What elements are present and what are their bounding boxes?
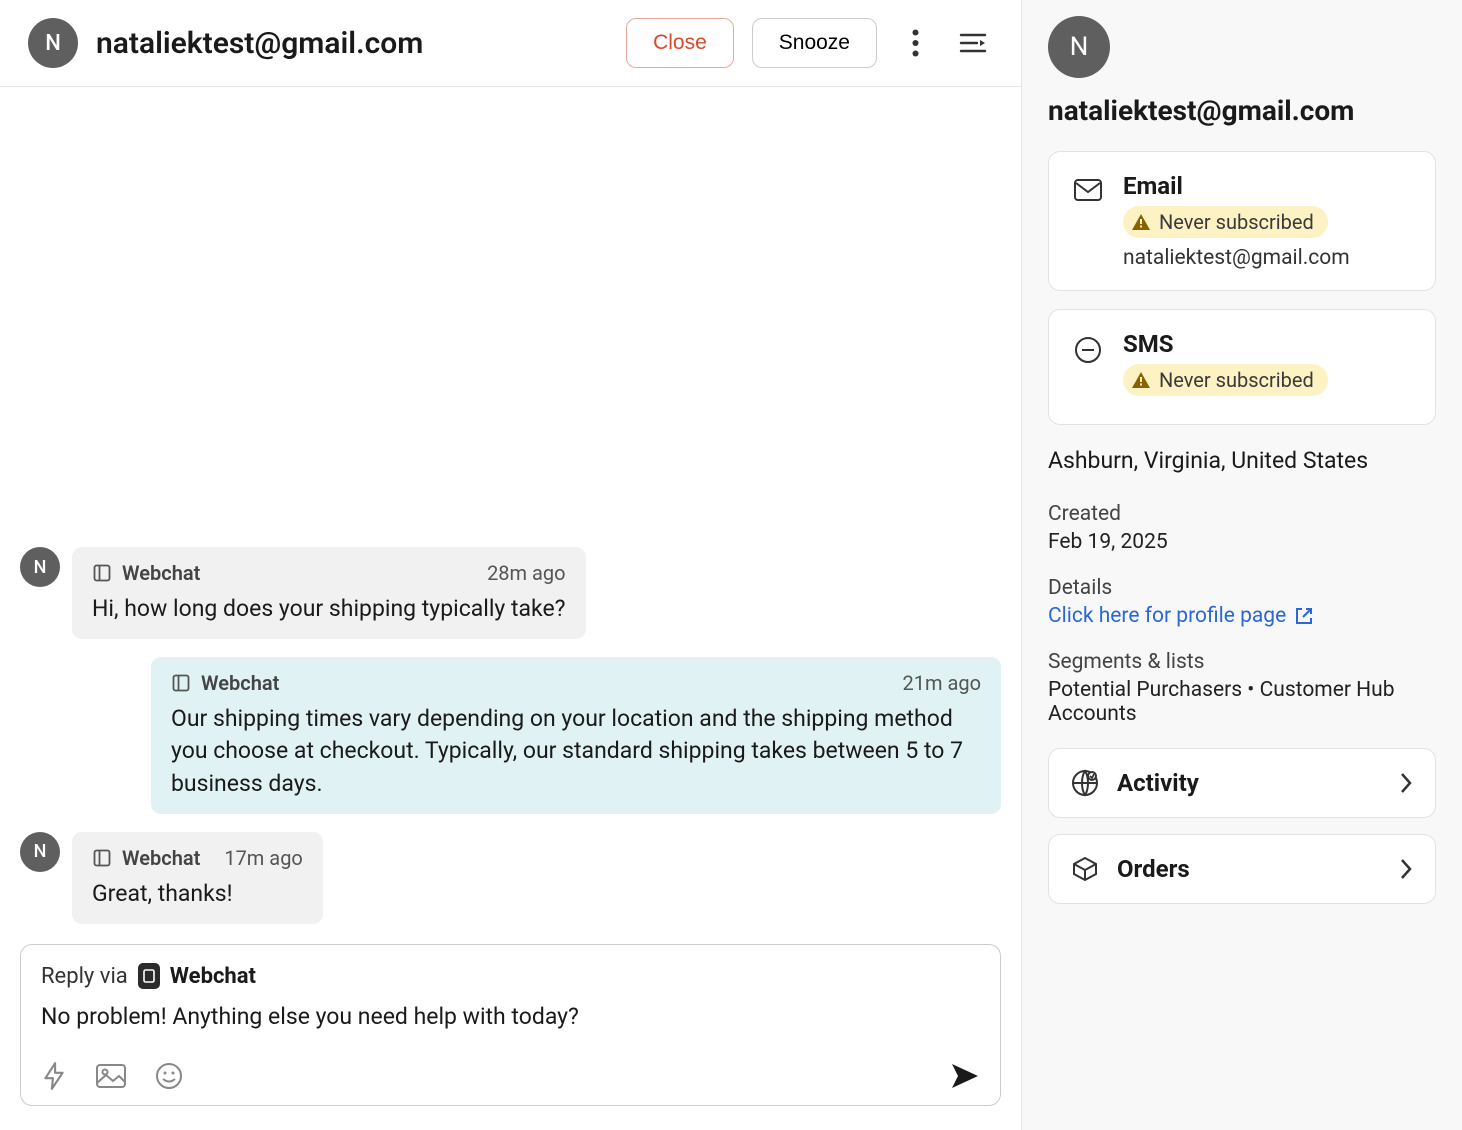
message-row: N Webchat 28m ago Hi, how long does your… [20,547,1001,639]
created-value: Feb 19, 2025 [1048,530,1436,554]
reply-via-label: Reply via [41,964,128,989]
message-bubble-inbound: Webchat 28m ago Hi, how long does your s… [72,547,586,639]
message-bubble-outbound: Webchat 21m ago Our shipping times vary … [151,657,1001,814]
kebab-menu-icon [912,29,919,57]
chevron-right-icon [1399,858,1413,880]
collapse-panel-button[interactable] [953,23,993,63]
message-channel-label: Webchat [122,561,200,585]
sms-status-text: Never subscribed [1159,368,1314,392]
activity-nav-card[interactable]: Activity [1048,748,1436,818]
orders-nav-card[interactable]: Orders [1048,834,1436,904]
sms-channel-card: SMS Never subscribed [1048,309,1436,425]
customer-email-title: nataliektest@gmail.com [96,26,608,61]
activity-label: Activity [1117,769,1381,797]
email-value: nataliektest@gmail.com [1123,246,1413,270]
profile-sidebar: N nataliektest@gmail.com Email Never sub… [1022,0,1462,1130]
message-channel-label: Webchat [201,671,279,695]
emoji-button[interactable] [155,1062,183,1090]
sms-subscription-badge: Never subscribed [1123,364,1328,396]
reply-composer: Reply via Webchat No problem! Anything e… [20,944,1001,1106]
external-link-icon [1294,606,1314,626]
webchat-icon [171,673,191,693]
message-text: Our shipping times vary depending on you… [171,703,981,800]
message-avatar: N [20,547,60,587]
email-card-title: Email [1123,172,1413,200]
message-row: N Webchat 17m ago Great, thanks! [20,832,1001,924]
email-status-text: Never subscribed [1159,210,1314,234]
reply-input[interactable]: No problem! Anything else you need help … [41,1003,980,1033]
emoji-icon [155,1062,183,1090]
conversation-header: N nataliektest@gmail.com Close Snooze [0,0,1021,87]
message-bubble-inbound: Webchat 17m ago Great, thanks! [72,832,323,924]
warning-icon [1131,371,1151,389]
email-subscription-badge: Never subscribed [1123,206,1328,238]
warning-icon [1131,213,1151,231]
message-timestamp: 21m ago [903,671,982,695]
orders-icon [1071,855,1099,883]
sms-card-title: SMS [1123,330,1413,358]
activity-icon [1071,769,1099,797]
sidebar-title: nataliektest@gmail.com [1048,94,1436,127]
message-channel-label: Webchat [122,846,200,870]
send-icon [950,1062,980,1090]
message-text: Great, thanks! [92,878,303,910]
email-icon [1071,172,1105,270]
reply-channel-label: Webchat [170,964,256,989]
image-icon [95,1063,127,1089]
message-row: Webchat 21m ago Our shipping times vary … [20,657,1001,814]
message-text: Hi, how long does your shipping typicall… [92,593,566,625]
webchat-icon [92,848,112,868]
chevron-right-icon [1399,772,1413,794]
panel-toggle-icon [959,32,987,54]
details-label: Details [1048,576,1436,600]
message-timestamp: 28m ago [487,561,566,585]
email-channel-card: Email Never subscribed nataliektest@gmai… [1048,151,1436,291]
conversation-thread: N Webchat 28m ago Hi, how long does your… [0,87,1021,944]
webchat-icon [143,969,155,983]
attach-image-button[interactable] [95,1063,127,1089]
message-timestamp: 17m ago [224,846,303,870]
snooze-button[interactable]: Snooze [752,18,877,68]
quick-reply-button[interactable] [41,1061,67,1091]
location-text: Ashburn, Virginia, United States [1048,447,1436,474]
created-label: Created [1048,502,1436,526]
lightning-icon [41,1061,67,1091]
more-options-button[interactable] [895,23,935,63]
profile-page-link[interactable]: Click here for profile page [1048,604,1314,628]
segments-label: Segments & lists [1048,650,1436,674]
close-button[interactable]: Close [626,18,734,68]
segments-value: Potential Purchasers • Customer Hub Acco… [1048,678,1436,726]
reply-channel-chip[interactable] [138,963,160,989]
orders-label: Orders [1117,855,1381,883]
webchat-icon [92,563,112,583]
send-button[interactable] [950,1062,980,1090]
message-avatar: N [20,832,60,872]
customer-avatar: N [28,18,78,68]
sidebar-avatar: N [1048,16,1110,78]
profile-link-text: Click here for profile page [1048,604,1286,628]
sms-icon [1071,330,1105,404]
